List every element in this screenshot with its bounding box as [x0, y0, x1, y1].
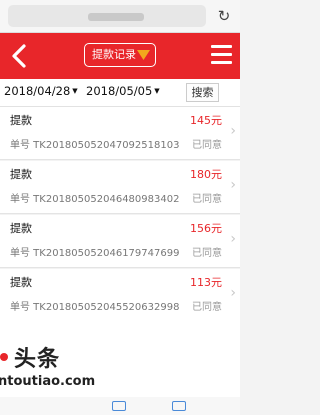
watermark-url: ntoutiao.com	[0, 374, 96, 389]
start-date-select[interactable]: 2018/04/28 ▼	[4, 84, 78, 98]
record-amount: 156元	[190, 222, 222, 235]
record-order-number: 单号 TK20180505204617974769​9	[10, 248, 180, 259]
record-status: 已同意	[192, 194, 222, 205]
record-type: 提款	[10, 114, 32, 127]
end-date-select[interactable]: 2018/05/05 ▼	[86, 84, 160, 98]
chevron-right-icon: ›	[230, 285, 236, 301]
chevron-right-icon: ›	[230, 231, 236, 247]
caret-down-icon: ▼	[154, 87, 160, 95]
record-type: 提款	[10, 276, 32, 289]
address-bar[interactable]	[8, 5, 206, 27]
tab-icon[interactable]	[112, 401, 126, 411]
logo-dot-icon	[0, 353, 8, 361]
record-row[interactable]: 提款 180元 单号 TK20180505204648098340​2 已同意 …	[0, 161, 240, 214]
record-order-number: 单号 TK20180505204552063299​8	[10, 302, 180, 313]
record-order-number: 单号 TK20180505204648098340​2	[10, 194, 180, 205]
search-button[interactable]: 搜索	[186, 83, 219, 102]
record-type-dropdown[interactable]: 提款记录	[84, 43, 156, 67]
record-amount: 113元	[190, 276, 222, 289]
chevron-left-icon	[12, 44, 26, 68]
record-order-number: 单号 TK20180505204709251810​3	[10, 140, 180, 151]
chevron-right-icon: ›	[230, 177, 236, 193]
record-row[interactable]: 提款 156元 单号 TK20180505204617974769​9 已同意 …	[0, 215, 240, 268]
dropdown-triangle-icon	[137, 50, 150, 60]
reload-icon[interactable]: ↻	[214, 5, 234, 27]
blurred-url	[88, 13, 144, 21]
caret-down-icon: ▼	[72, 87, 78, 95]
record-status: 已同意	[192, 140, 222, 151]
page-title: 提款记录	[92, 48, 136, 61]
withdrawal-record-list: 提款 145元 单号 TK20180505204709251810​3 已同意 …	[0, 107, 240, 323]
end-date-value: 2018/05/05	[86, 84, 153, 98]
bookmark-icon[interactable]	[172, 401, 186, 411]
start-date-value: 2018/04/28	[4, 84, 71, 98]
chevron-right-icon: ›	[230, 123, 236, 139]
watermark-brand: 头条	[14, 347, 61, 372]
browser-bottom-toolbar	[0, 397, 240, 415]
record-amount: 145元	[190, 114, 222, 127]
record-type: 提款	[10, 222, 32, 235]
date-filter-bar: 2018/04/28 ▼ 2018/05/05 ▼ 搜索	[0, 79, 240, 107]
back-button[interactable]	[8, 41, 32, 71]
record-status: 已同意	[192, 248, 222, 259]
record-amount: 180元	[190, 168, 222, 181]
record-status: 已同意	[192, 302, 222, 313]
record-type: 提款	[10, 168, 32, 181]
browser-toolbar: ↻	[0, 0, 240, 33]
record-row[interactable]: 提款 145元 单号 TK20180505204709251810​3 已同意 …	[0, 107, 240, 160]
app-header: 提款记录	[0, 33, 240, 79]
hamburger-menu-icon[interactable]	[211, 45, 232, 65]
